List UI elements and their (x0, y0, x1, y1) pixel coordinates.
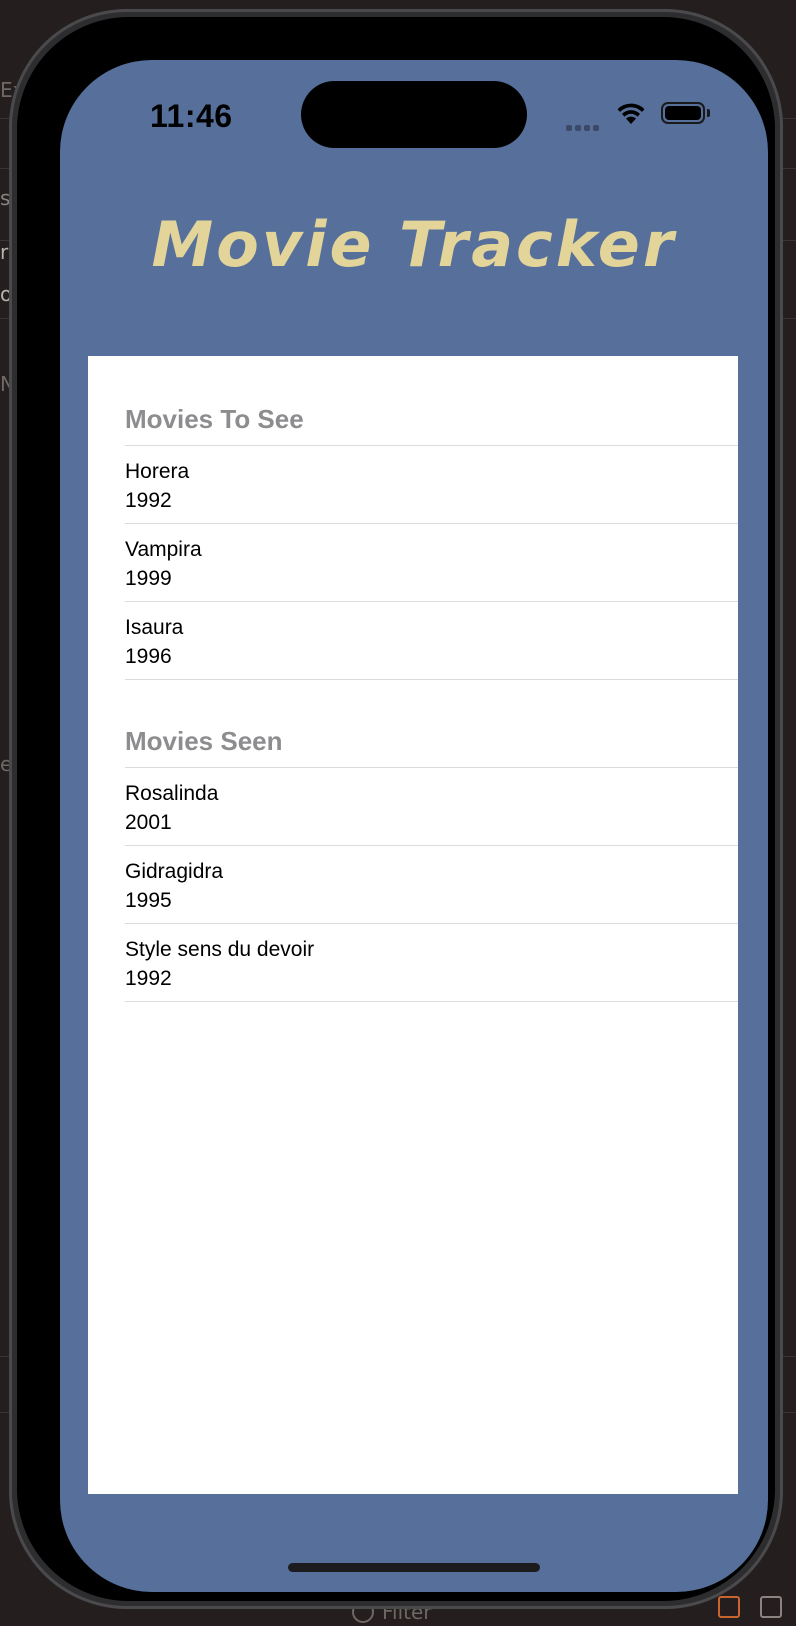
backdrop-fragment: r (0, 240, 9, 264)
page-title: Movie Tracker (151, 208, 677, 281)
app-screen: 11:46 Movie Tracker Movies To See Horera… (60, 60, 768, 1592)
cellular-signal-icon (566, 118, 602, 131)
movie-year: 1992 (125, 967, 172, 990)
section-header: Movies To See (125, 404, 738, 446)
panel-toggle-right-icon[interactable] (760, 1596, 782, 1618)
movie-title: Style sens du devoir (125, 938, 315, 961)
dynamic-island (301, 81, 527, 148)
list-item[interactable]: Rosalinda 2001 (125, 768, 738, 846)
movie-title: Vampira (125, 538, 202, 561)
list-item[interactable]: Isaura 1996 (125, 602, 738, 680)
movie-title: Isaura (125, 616, 184, 639)
panel-toggle-left-icon[interactable] (718, 1596, 740, 1618)
list-item[interactable]: Vampira 1999 (125, 524, 738, 602)
movie-list: Movies To See Horera 1992 Vampira 1999 I… (88, 356, 738, 1494)
home-indicator[interactable] (288, 1563, 540, 1572)
movie-year: 1995 (125, 889, 172, 912)
section-header: Movies Seen (125, 726, 738, 768)
movie-title: Rosalinda (125, 782, 219, 805)
movie-year: 1996 (125, 645, 172, 668)
device-bezel: 11:46 Movie Tracker Movies To See Horera… (17, 17, 775, 1601)
list-item[interactable]: Style sens du devoir 1992 (125, 924, 738, 1002)
section-movies-seen: Movies Seen Rosalinda 2001 Gidragidra 19… (88, 680, 738, 1002)
list-item[interactable]: Gidragidra 1995 (125, 846, 738, 924)
movie-year: 2001 (125, 811, 172, 834)
list-item[interactable]: Horera 1992 (125, 446, 738, 524)
section-movies-to-see: Movies To See Horera 1992 Vampira 1999 I… (88, 356, 738, 680)
movie-year: 1992 (125, 489, 172, 512)
status-time: 11:46 (150, 98, 233, 134)
battery-cap (707, 109, 710, 117)
battery-icon (661, 102, 705, 124)
wifi-icon (615, 100, 647, 131)
movie-title: Gidragidra (125, 860, 224, 883)
device-frame: 11:46 Movie Tracker Movies To See Horera… (9, 9, 783, 1609)
movie-year: 1999 (125, 567, 172, 590)
movie-title: Horera (125, 460, 190, 483)
